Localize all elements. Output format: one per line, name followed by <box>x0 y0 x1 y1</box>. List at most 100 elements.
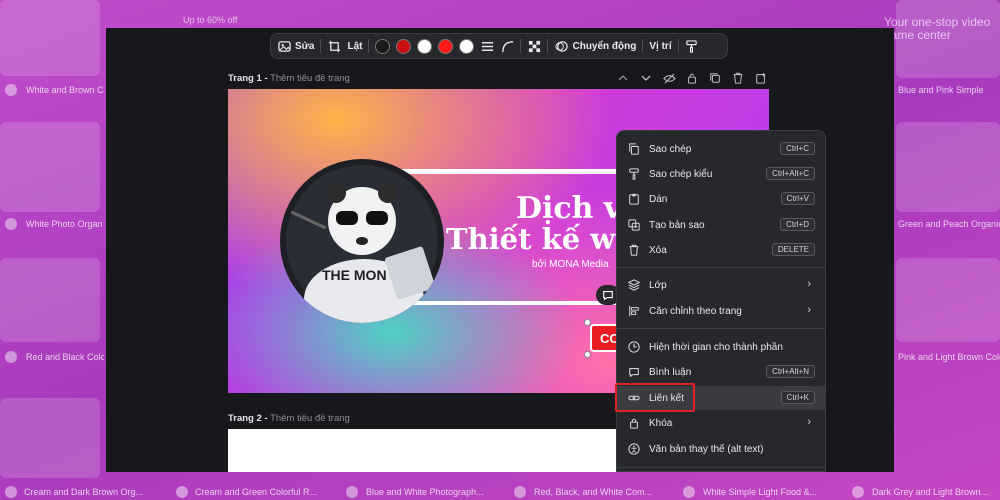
toolbar-divider <box>547 39 549 53</box>
chevron-right-icon: › <box>807 304 811 316</box>
template-caption: Green and Peach Organic <box>898 219 1000 229</box>
position-button[interactable]: Vị trí <box>649 41 671 52</box>
page-2-title[interactable]: Trang 2 - Thêm tiêu đề trang <box>228 413 350 424</box>
menu-item-delete[interactable]: Xóa DELETE <box>617 238 825 262</box>
menu-item-label: Sao chép <box>649 143 692 155</box>
animate-button[interactable]: Chuyển động <box>554 39 636 53</box>
toolbar-divider <box>677 39 679 53</box>
copy-style-icon[interactable] <box>685 39 699 53</box>
page-2-add-title[interactable]: Thêm tiêu đề trang <box>270 413 350 424</box>
menu-item-lock[interactable]: Khóa › <box>617 411 825 435</box>
border-style-icon[interactable] <box>480 39 494 53</box>
template-badge-icon <box>176 486 188 498</box>
template-card[interactable] <box>0 122 100 212</box>
accessibility-icon <box>627 442 641 456</box>
template-card[interactable] <box>896 122 1000 212</box>
menu-item-align-to-page[interactable]: Căn chỉnh theo trang › <box>617 299 825 323</box>
page-1-add-title[interactable]: Thêm tiêu đề trang <box>270 73 350 84</box>
template-caption: Cream and Green Colorful R... <box>195 487 318 497</box>
template-badge-icon <box>852 486 864 498</box>
layers-icon <box>627 278 641 292</box>
image-icon <box>277 39 291 53</box>
menu-item-comment[interactable]: Bình luận Ctrl+Alt+N <box>617 360 825 384</box>
menu-item-label: Văn bản thay thế (alt text) <box>649 443 764 455</box>
menu-item-label: Bình luận <box>649 366 692 378</box>
template-caption: White and Brown C <box>26 85 104 95</box>
menu-item-paste[interactable]: Dán Ctrl+V <box>617 187 825 211</box>
menu-item-label: Tạo bản sao <box>649 219 705 231</box>
template-badge-icon <box>5 84 17 96</box>
template-badge-icon <box>5 351 17 363</box>
template-badge-icon <box>346 486 358 498</box>
menu-item-copy-style[interactable]: Sao chép kiểu Ctrl+Alt+C <box>617 162 825 186</box>
color-swatch-black[interactable] <box>375 38 391 54</box>
template-caption: White Photo Organ <box>26 219 103 229</box>
trash-icon <box>627 243 641 257</box>
color-swatch-dark-red[interactable] <box>396 38 412 54</box>
delete-page-icon[interactable] <box>731 71 745 85</box>
menu-item-show-timing[interactable]: Hiện thời gian cho thành phần <box>617 335 825 359</box>
context-menu: Sao chép Ctrl+C Sao chép kiểu Ctrl+Alt+C… <box>616 130 826 472</box>
add-page-icon[interactable] <box>754 71 768 85</box>
template-caption: Pink and Light Brown Colorf <box>898 352 1000 362</box>
toolbar-divider <box>368 39 370 53</box>
chevron-up-icon[interactable] <box>616 71 630 85</box>
color-swatch-red[interactable] <box>438 38 454 54</box>
position-label: Vị trí <box>649 40 672 52</box>
chevron-down-icon[interactable] <box>639 71 653 85</box>
corner-rounding-icon[interactable] <box>500 39 514 53</box>
template-caption: Red and Black Colorf <box>26 352 104 362</box>
hide-page-icon[interactable] <box>662 71 676 85</box>
lock-icon <box>627 416 641 430</box>
template-caption: Dark Grey and Light Brown... <box>872 487 989 497</box>
page-1-label: Trang 1 <box>228 73 262 84</box>
menu-item-layer[interactable]: Lớp › <box>617 273 825 297</box>
lock-page-icon[interactable] <box>685 71 699 85</box>
template-caption: White Simple Light Food &... <box>703 487 818 497</box>
template-badge-icon <box>683 486 695 498</box>
shortcut-badge: Ctrl+C <box>780 142 815 155</box>
byline-text[interactable]: bởi MONA Media <box>532 259 609 270</box>
crop-icon[interactable] <box>327 39 341 53</box>
comment-icon <box>627 365 641 379</box>
menu-item-label: Xóa <box>649 244 667 256</box>
paint-roller-icon <box>627 167 641 181</box>
template-card[interactable] <box>0 258 100 342</box>
mascot-image[interactable] <box>280 159 444 323</box>
headline-line-2[interactable]: Thiết kế we <box>446 222 634 256</box>
menu-item-copy[interactable]: Sao chép Ctrl+C <box>617 137 825 161</box>
template-card[interactable] <box>0 0 100 76</box>
shortcut-badge: Ctrl+Alt+N <box>766 365 815 378</box>
selection-handle[interactable] <box>584 351 591 358</box>
template-card[interactable] <box>896 258 1000 342</box>
shortcut-badge: Ctrl+Alt+C <box>766 167 815 180</box>
color-swatch-white[interactable] <box>417 38 433 54</box>
transparency-icon[interactable] <box>527 39 541 53</box>
shortcut-badge: Ctrl+D <box>780 218 815 231</box>
duplicate-page-icon[interactable] <box>708 71 722 85</box>
menu-item-label: Dán <box>649 193 668 205</box>
page-2-label: Trang 2 <box>228 413 262 424</box>
selection-handle[interactable] <box>584 319 591 326</box>
color-swatch-white[interactable] <box>459 38 475 54</box>
menu-item-label: Lớp <box>649 279 667 291</box>
page-1-title[interactable]: Trang 1 - Thêm tiêu đề trang <box>228 73 350 84</box>
menu-divider <box>617 328 825 329</box>
shortcut-badge: Ctrl+V <box>780 192 815 205</box>
menu-item-duplicate[interactable]: Tạo bản sao Ctrl+D <box>617 213 825 237</box>
edit-image-button[interactable]: Sửa <box>277 39 314 53</box>
menu-divider <box>617 267 825 268</box>
shortcut-badge: DELETE <box>771 243 815 256</box>
flip-button[interactable]: Lật <box>347 41 362 52</box>
template-caption: Blue and White Photograph... <box>366 487 484 497</box>
template-card[interactable] <box>0 398 100 478</box>
page-actions <box>616 71 768 85</box>
toolbar-divider <box>642 39 644 53</box>
edit-image-label: Sửa <box>295 40 315 52</box>
animate-icon <box>554 39 568 53</box>
menu-item-alt-text[interactable]: Văn bản thay thế (alt text) <box>617 437 825 461</box>
copy-icon <box>627 142 641 156</box>
menu-item-label: Sao chép kiểu <box>649 168 713 180</box>
menu-divider <box>617 467 825 468</box>
promo-text: Your one-stop video game center <box>884 15 991 42</box>
